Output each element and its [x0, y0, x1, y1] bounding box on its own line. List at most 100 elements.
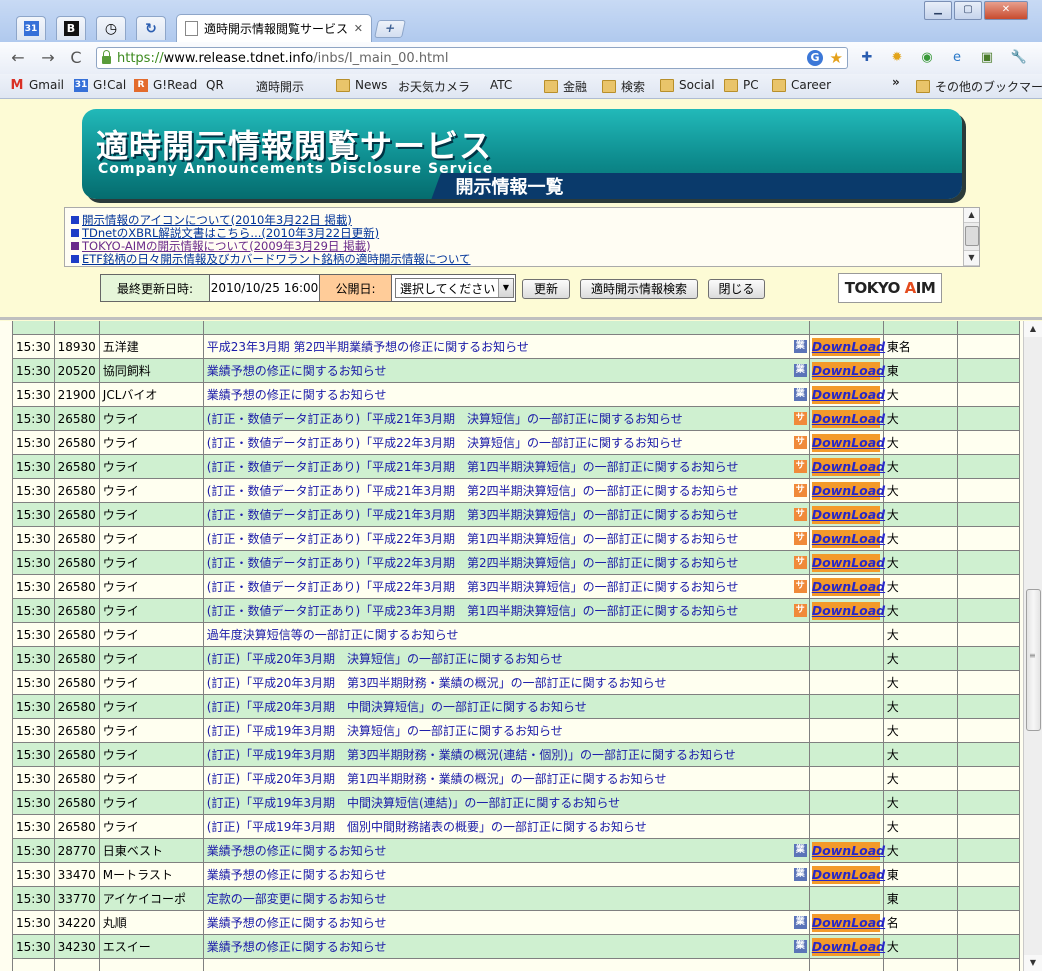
title-link[interactable]: 平成23年3月期 第2四半期業績予想の修正に関するお知らせ [207, 340, 529, 354]
new-tab-button[interactable]: + [374, 20, 406, 38]
title-link[interactable]: (訂正・数値データ訂正あり)「平成21年3月期 第2四半期決算短信」の一部訂正に… [207, 484, 739, 498]
title-link[interactable]: (訂正)「平成19年3月期 中間決算短信(連結)」の一部訂正に関するお知らせ [207, 796, 620, 810]
title-link[interactable]: 業績予想の修正に関するお知らせ [207, 388, 387, 402]
minimize-button[interactable]: ▁ [924, 1, 952, 20]
back-arrow-icon[interactable]: ← [8, 48, 28, 68]
notice-link[interactable]: ETF銘柄の日々開示情報及びカバードワラント銘柄の適時開示情報について [71, 251, 471, 267]
title-link[interactable]: (訂正)「平成19年3月期 第3四半期財務・業績の概況(連結・個別)」の一部訂正… [207, 748, 736, 762]
extra-cell [956, 670, 1020, 695]
maximize-button[interactable]: ▢ [954, 1, 982, 20]
title-link[interactable]: (訂正)「平成19年3月期 決算短信」の一部訂正に関するお知らせ [207, 724, 563, 738]
title-link[interactable]: (訂正・数値データ訂正あり)「平成22年3月期 第2四半期決算短信」の一部訂正に… [207, 556, 739, 570]
scroll-thumb[interactable] [965, 226, 979, 246]
title-link[interactable]: 業績予想の修正に関するお知らせ [207, 844, 387, 858]
download-button[interactable]: DownLoad [811, 337, 885, 356]
download-button[interactable]: DownLoad [811, 841, 885, 860]
extension-sun-icon[interactable]: ✹ [888, 49, 906, 67]
download-button[interactable]: DownLoad [811, 433, 885, 452]
reload-icon[interactable]: C [66, 48, 86, 68]
bookmark-gmail[interactable]: M Gmail [10, 78, 64, 92]
download-button[interactable]: DownLoad [811, 865, 885, 884]
publish-date-select[interactable]: 選択してください ▼ [395, 278, 514, 298]
url-text[interactable]: https://www.release.tdnet.info/inbs/I_ma… [117, 51, 448, 66]
download-button[interactable]: DownLoad [811, 481, 885, 500]
title-link[interactable]: (訂正・数値データ訂正あり)「平成22年3月期 決算短信」の一部訂正に関するお知… [207, 436, 683, 450]
refresh-button[interactable]: 更新 [522, 279, 570, 299]
title-link[interactable]: (訂正・数値データ訂正あり)「平成23年3月期 第1四半期決算短信」の一部訂正に… [207, 604, 739, 618]
tab-active[interactable]: 適時開示情報閲覧サービス ... ✕ [176, 14, 372, 42]
bookmark-folder-search[interactable]: 検索 [602, 78, 645, 95]
download-button[interactable]: DownLoad [811, 913, 885, 932]
title-link[interactable]: (訂正)「平成20年3月期 中間決算短信」の一部訂正に関するお知らせ [207, 700, 587, 714]
extension-page-icon[interactable]: ▣ [978, 49, 996, 67]
download-button[interactable]: DownLoad [811, 601, 885, 620]
bookmarks-overflow-chevron[interactable]: » [892, 75, 900, 89]
scroll-thumb[interactable] [1026, 589, 1041, 731]
title-link[interactable]: 定款の一部変更に関するお知らせ [207, 892, 387, 906]
bookmark-folder-other[interactable]: その他のブックマーク [916, 78, 1042, 95]
extension-green-icon[interactable]: ◉ [918, 49, 936, 67]
extension-ie-icon[interactable]: e [948, 49, 966, 67]
scroll-up-arrow-icon[interactable]: ▲ [964, 208, 979, 223]
google-search-icon[interactable]: G [807, 50, 823, 66]
pinned-tab-clock[interactable]: ◷ [96, 16, 126, 40]
title-link[interactable]: 業績予想の修正に関するお知らせ [207, 940, 387, 954]
title-link[interactable]: (訂正)「平成20年3月期 第1四半期財務・業績の概況」の一部訂正に関するお知ら… [207, 772, 667, 786]
forward-arrow-icon[interactable]: → [38, 48, 58, 68]
bookmark-tekiji[interactable]: 適時開示 [256, 78, 304, 190]
bookmark-folder-social[interactable]: Social [660, 78, 715, 92]
download-button[interactable]: DownLoad [811, 505, 885, 524]
download-button[interactable]: DownLoad [811, 385, 885, 404]
pinned-tab-b[interactable]: B [56, 16, 86, 40]
bookmark-qr[interactable]: QR [206, 78, 224, 190]
title-link[interactable]: 業績予想の修正に関するお知らせ [207, 868, 387, 882]
download-button[interactable]: DownLoad [811, 457, 885, 476]
title-link[interactable]: (訂正)「平成19年3月期 個別中間財務諸表の概要」の一部訂正に関するお知らせ [207, 820, 647, 834]
bookmark-weather-camera[interactable]: お天気カメラ [398, 78, 470, 190]
close-page-button[interactable]: 閉じる [708, 279, 765, 299]
bookmark-gcal[interactable]: 31 G!Cal [74, 78, 126, 92]
title-cell: 業績予想の修正に関するお知らせ 業 [202, 862, 810, 887]
bookmark-folder-finance[interactable]: 金融 [544, 78, 587, 95]
pinned-tab-calendar[interactable]: 31 [16, 16, 46, 40]
bookmark-folder-career[interactable]: Career [772, 78, 831, 92]
scroll-down-arrow-icon[interactable]: ▼ [1024, 955, 1042, 971]
bookmark-star-icon[interactable]: ★ [830, 49, 843, 67]
scroll-up-arrow-icon[interactable]: ▲ [1024, 321, 1042, 337]
bookmark-folder-news[interactable]: News [336, 78, 387, 92]
download-button[interactable]: DownLoad [811, 553, 885, 572]
title-cell: (訂正)「平成19年3月期 決算短信」の一部訂正に関するお知らせ [202, 718, 810, 743]
list-scrollbar[interactable]: ▲ ≡ ▼ [1023, 321, 1042, 971]
time-cell: 15:30 [12, 574, 55, 599]
title-link[interactable]: (訂正・数値データ訂正あり)「平成22年3月期 第3四半期決算短信」の一部訂正に… [207, 580, 739, 594]
title-link[interactable]: (訂正)「平成20年3月期 第3四半期財務・業績の概況」の一部訂正に関するお知ら… [207, 676, 667, 690]
title-link[interactable]: 業績予想の修正に関するお知らせ [207, 364, 387, 378]
extra-cell [956, 694, 1020, 719]
bookmark-gread[interactable]: R G!Read [134, 78, 197, 92]
download-button[interactable]: DownLoad [811, 937, 885, 956]
download-cell: DownLoad [808, 934, 885, 959]
bookmark-atc[interactable]: ATC [490, 78, 512, 190]
download-button[interactable]: DownLoad [811, 361, 885, 380]
title-link[interactable]: 業績予想の修正に関するお知らせ [207, 916, 387, 930]
wrench-icon[interactable]: 🔧 [1010, 49, 1028, 67]
disclosure-search-button[interactable]: 適時開示情報検索 [580, 279, 698, 299]
title-link[interactable]: (訂正・数値データ訂正あり)「平成21年3月期 決算短信」の一部訂正に関するお知… [207, 412, 683, 426]
download-button[interactable]: DownLoad [811, 577, 885, 596]
scroll-down-arrow-icon[interactable]: ▼ [964, 250, 979, 266]
download-button[interactable]: DownLoad [811, 529, 885, 548]
tab-close-icon[interactable]: ✕ [354, 22, 363, 35]
title-link[interactable]: (訂正・数値データ訂正あり)「平成21年3月期 第1四半期決算短信」の一部訂正に… [207, 460, 739, 474]
title-link[interactable]: (訂正)「平成20年3月期 決算短信」の一部訂正に関するお知らせ [207, 652, 563, 666]
tokyo-aim-logo[interactable]: TOKYO AIM [838, 273, 942, 303]
title-link[interactable]: (訂正・数値データ訂正あり)「平成22年3月期 第1四半期決算短信」の一部訂正に… [207, 532, 739, 546]
notices-scrollbar[interactable]: ▲ ▼ [963, 208, 979, 266]
address-bar[interactable]: https://www.release.tdnet.info/inbs/I_ma… [96, 47, 848, 69]
pinned-tab-refresh[interactable]: ↻ [136, 16, 166, 40]
bookmark-folder-pc[interactable]: PC [724, 78, 759, 92]
close-window-button[interactable]: ✕ [984, 1, 1028, 20]
extension-puzzle-icon[interactable]: ✚ [858, 49, 876, 67]
title-link[interactable]: (訂正・数値データ訂正あり)「平成21年3月期 第3四半期決算短信」の一部訂正に… [207, 508, 739, 522]
title-link[interactable]: 過年度決算短信等の一部訂正に関するお知らせ [207, 628, 459, 642]
download-button[interactable]: DownLoad [811, 409, 885, 428]
